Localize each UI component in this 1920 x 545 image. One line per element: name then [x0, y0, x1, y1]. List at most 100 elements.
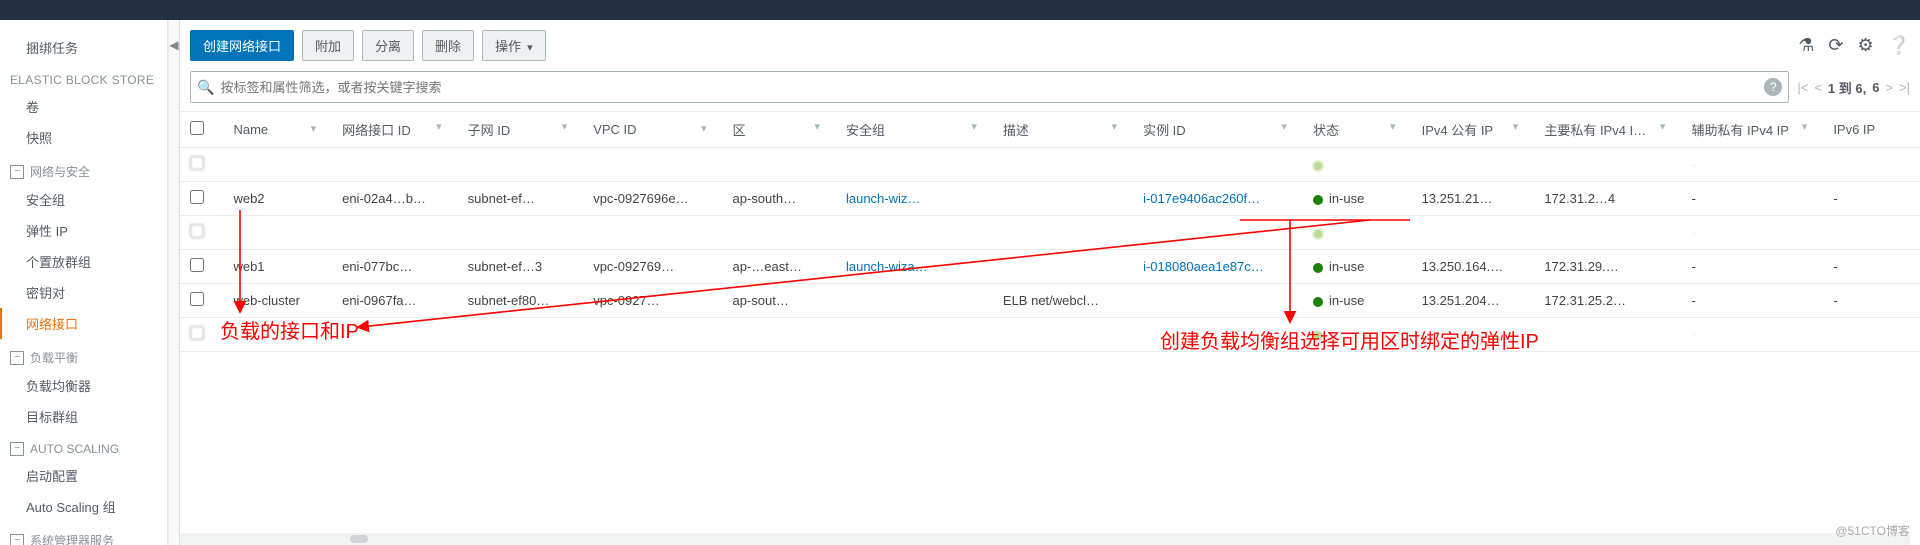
- col-secondary-private-ip[interactable]: 辅助私有 IPv4 IP▾: [1681, 112, 1823, 148]
- cell: vpc-092769…: [583, 250, 722, 284]
- cell: [1534, 318, 1681, 352]
- sidebar-item-load-balancers[interactable]: 负载均衡器: [0, 370, 167, 401]
- cell: [332, 148, 458, 182]
- sidebar-group-lb[interactable]: −负载平衡: [0, 339, 167, 370]
- row-checkbox[interactable]: [190, 292, 204, 306]
- col-subnet[interactable]: 子网 ID▾: [458, 112, 584, 148]
- sidebar-group-autoscaling[interactable]: −AUTO SCALING: [0, 432, 167, 460]
- cell: [993, 250, 1133, 284]
- cell: [583, 318, 722, 352]
- table-row[interactable]: web1eni-077bc…subnet-ef…3vpc-092769…ap-……: [180, 250, 1920, 284]
- cell: [1412, 318, 1535, 352]
- cell[interactable]: launch-wiz…: [836, 182, 993, 216]
- sidebar-item-autoscaling-groups[interactable]: Auto Scaling 组: [0, 491, 167, 522]
- horizontal-scrollbar[interactable]: [180, 533, 1910, 545]
- sidebar-item-volumes[interactable]: 卷: [0, 91, 167, 122]
- attach-button[interactable]: 附加: [302, 30, 354, 61]
- cell: [723, 148, 836, 182]
- row-checkbox[interactable]: [190, 224, 204, 238]
- col-desc[interactable]: 描述▾: [993, 112, 1133, 148]
- col-eni[interactable]: 网络接口 ID▾: [332, 112, 458, 148]
- help-icon[interactable]: ❔: [1888, 35, 1910, 56]
- cell: [332, 216, 458, 250]
- info-icon[interactable]: ?: [1764, 78, 1782, 96]
- page-prev-icon[interactable]: <: [1814, 80, 1822, 95]
- col-az[interactable]: 区▾: [723, 112, 836, 148]
- cell-state: in-use: [1303, 250, 1412, 284]
- col-public-ip[interactable]: IPv4 公有 IP▾: [1412, 112, 1535, 148]
- cell: [1133, 284, 1303, 318]
- page-first-icon[interactable]: |<: [1797, 80, 1808, 95]
- cell: [458, 148, 584, 182]
- col-name[interactable]: Name▾: [223, 112, 332, 148]
- sidebar-item-security-groups[interactable]: 安全组: [0, 184, 167, 215]
- col-sg[interactable]: 安全组▾: [836, 112, 993, 148]
- cell: [1823, 216, 1920, 250]
- cell: [993, 182, 1133, 216]
- sidebar-group-ssm[interactable]: −系统管理器服务: [0, 522, 167, 545]
- col-ipv6[interactable]: IPv6 IP: [1823, 112, 1920, 148]
- table-row[interactable]: -: [180, 148, 1920, 182]
- cell-state: in-use: [1303, 182, 1412, 216]
- table-row[interactable]: web2eni-02a4…b…subnet-ef…vpc-0927696e…ap…: [180, 182, 1920, 216]
- refresh-icon[interactable]: ⟳: [1828, 35, 1843, 56]
- sidebar-item-launch-config[interactable]: 启动配置: [0, 460, 167, 491]
- cell: [836, 284, 993, 318]
- pagination: |< < 1 到 6, 6 > >|: [1797, 78, 1910, 97]
- cell: eni-02a4…b…: [332, 182, 458, 216]
- gear-icon[interactable]: ⚙: [1857, 35, 1873, 56]
- sidebar-item-snapshots[interactable]: 快照: [0, 122, 167, 153]
- page-last-icon[interactable]: >|: [1899, 80, 1910, 95]
- cell: eni-077bc…: [332, 250, 458, 284]
- sidebar-item-bundle-tasks[interactable]: 捆绑任务: [0, 32, 167, 63]
- scrollbar-thumb[interactable]: [350, 535, 368, 543]
- sidebar-item-target-groups[interactable]: 目标群组: [0, 401, 167, 432]
- flask-icon[interactable]: ⚗: [1798, 35, 1814, 56]
- select-all-checkbox[interactable]: [190, 121, 204, 135]
- col-inst[interactable]: 实例 ID▾: [1133, 112, 1303, 148]
- row-checkbox[interactable]: [190, 190, 204, 204]
- cell: [583, 216, 722, 250]
- sidebar-item-placement-groups[interactable]: 个置放群组: [0, 246, 167, 277]
- cell: [1412, 148, 1535, 182]
- cell: ap-…east…: [723, 250, 836, 284]
- table-row[interactable]: -: [180, 216, 1920, 250]
- sidebar-item-key-pairs[interactable]: 密钥对: [0, 277, 167, 308]
- cell: -: [1823, 182, 1920, 216]
- cell[interactable]: i-017e9406ac260f…: [1133, 182, 1303, 216]
- delete-button[interactable]: 删除: [422, 30, 474, 61]
- sidebar-collapse-handle[interactable]: ◀: [168, 20, 180, 545]
- cell: subnet-ef…: [458, 182, 584, 216]
- cell: [1133, 148, 1303, 182]
- create-eni-button[interactable]: 创建网络接口: [190, 30, 294, 61]
- page-next-icon[interactable]: >: [1885, 80, 1893, 95]
- cell: 172.31.2…4: [1534, 182, 1681, 216]
- sidebar-heading-ebs: ELASTIC BLOCK STORE: [0, 63, 167, 91]
- cell: web2: [223, 182, 332, 216]
- detach-button[interactable]: 分离: [362, 30, 414, 61]
- actions-dropdown[interactable]: 操作: [482, 30, 546, 61]
- col-primary-private-ip[interactable]: 主要私有 IPv4 I…▾: [1534, 112, 1681, 148]
- sidebar-group-label: 系统管理器服务: [30, 532, 114, 545]
- table-row[interactable]: web-clustereni-0967fa…subnet-ef80…vpc-09…: [180, 284, 1920, 318]
- eni-table: Name▾ 网络接口 ID▾ 子网 ID▾ VPC ID▾ 区▾ 安全组▾ 描述…: [180, 112, 1920, 352]
- sidebar-item-network-interfaces[interactable]: 网络接口: [0, 308, 167, 339]
- col-state[interactable]: 状态▾: [1303, 112, 1412, 148]
- cell: subnet-ef80…: [458, 284, 584, 318]
- cell[interactable]: i-018080aea1e87c…: [1133, 250, 1303, 284]
- sidebar-item-elastic-ip[interactable]: 弹性 IP: [0, 215, 167, 246]
- collapse-icon: −: [10, 442, 24, 456]
- page-total: 6: [1872, 80, 1879, 95]
- row-checkbox[interactable]: [190, 258, 204, 272]
- sidebar: 捆绑任务 ELASTIC BLOCK STORE 卷 快照 −网络与安全 安全组…: [0, 20, 168, 545]
- collapse-icon: −: [10, 534, 24, 545]
- table-row[interactable]: -: [180, 318, 1920, 352]
- sidebar-group-network[interactable]: −网络与安全: [0, 153, 167, 184]
- cell[interactable]: launch-wiza…: [836, 250, 993, 284]
- row-checkbox[interactable]: [190, 156, 204, 170]
- row-checkbox[interactable]: [190, 326, 204, 340]
- search-box[interactable]: 🔍 ?: [190, 71, 1789, 103]
- col-vpc[interactable]: VPC ID▾: [583, 112, 722, 148]
- search-input[interactable]: [220, 80, 1758, 95]
- table-header-row: Name▾ 网络接口 ID▾ 子网 ID▾ VPC ID▾ 区▾ 安全组▾ 描述…: [180, 112, 1920, 148]
